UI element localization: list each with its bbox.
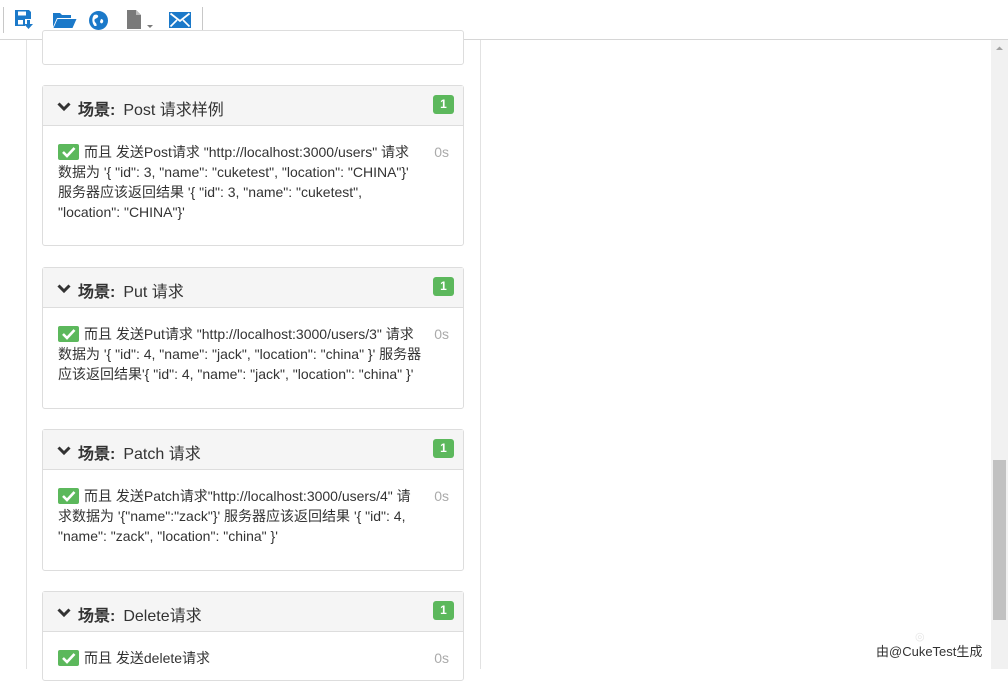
check-icon [58, 650, 79, 666]
previous-scenario-panel [42, 30, 464, 65]
step-row: 而且 发送Patch请求"http://localhost:3000/users… [58, 486, 449, 546]
step-text: 发送Put请求 "http://localhost:3000/users/3" … [58, 326, 422, 382]
step-duration: 0s [434, 326, 449, 342]
scenario-heading[interactable]: 场景: Delete请求 1 [43, 592, 463, 632]
left-pane-edge [26, 40, 27, 669]
step-row: 而且 发送Post请求 "http://localhost:3000/users… [58, 142, 449, 222]
scrollbar-thumb[interactable] [993, 460, 1006, 620]
open-button[interactable] [52, 8, 78, 32]
scenario-name: Patch 请求 [123, 446, 201, 463]
chevron-down-icon [57, 281, 71, 299]
generated-by-text: 由@CukeTest生成 [876, 644, 983, 659]
step-row: 而且 发送delete请求 0s [58, 648, 449, 668]
scenario-heading[interactable]: 场景: Post 请求样例 1 [43, 86, 463, 126]
check-icon [58, 144, 79, 160]
scenario-keyword: 场景: [78, 608, 116, 625]
document-dropdown-icon [125, 9, 157, 31]
chevron-down-icon [57, 605, 71, 623]
save-icon [14, 9, 36, 31]
web-button[interactable] [88, 8, 109, 32]
scenario-keyword: 场景: [78, 284, 116, 301]
scroll-up-arrow[interactable] [991, 40, 1008, 57]
scenario-name: Delete请求 [123, 608, 202, 625]
scenario-name: Post 请求样例 [123, 102, 224, 119]
step-count-badge: 1 [433, 95, 454, 114]
scenario-panel: 场景: Put 请求 1 而且 发送Put请求 "http://localhost… [42, 267, 464, 409]
scenario-title: 场景: Post 请求样例 [78, 96, 224, 120]
step-text: 发送delete请求 [115, 650, 211, 666]
chevron-down-icon [57, 99, 71, 117]
step-duration: 0s [434, 144, 449, 160]
scenario-heading[interactable]: 场景: Put 请求 1 [43, 268, 463, 308]
mail-icon [168, 10, 192, 30]
document-menu-button[interactable] [125, 8, 157, 32]
scenario-heading[interactable]: 场景: Patch 请求 1 [43, 430, 463, 470]
open-folder-icon [52, 9, 78, 31]
email-button[interactable] [168, 8, 192, 32]
scenario-keyword: 场景: [78, 446, 116, 463]
step-keyword: 而且 [84, 488, 112, 504]
pane-divider [480, 40, 481, 669]
step-row: 而且 发送Put请求 "http://localhost:3000/users/… [58, 324, 449, 384]
scenario-title: 场景: Patch 请求 [78, 440, 201, 464]
step-keyword: 而且 [84, 144, 112, 160]
step-count-badge: 1 [433, 439, 454, 458]
vertical-scrollbar[interactable] [991, 40, 1008, 669]
step-duration: 0s [434, 650, 449, 666]
step-duration: 0s [434, 488, 449, 504]
chevron-down-icon [57, 443, 71, 461]
step-count-badge: 1 [433, 277, 454, 296]
step-count-badge: 1 [433, 601, 454, 620]
scenario-keyword: 场景: [78, 102, 116, 119]
step-keyword: 而且 [84, 650, 112, 666]
toolbar-separator [3, 7, 4, 33]
scenario-title: 场景: Put 请求 [78, 278, 184, 302]
check-icon [58, 326, 79, 342]
check-icon [58, 488, 79, 504]
scenario-panel: 场景: Patch 请求 1 而且 发送Patch请求"http://localh… [42, 429, 464, 571]
scenario-panel: 场景: Delete请求 1 而且 发送delete请求 0s [42, 591, 464, 681]
scenario-title: 场景: Delete请求 [78, 602, 202, 626]
save-button[interactable] [14, 8, 36, 32]
scenario-name: Put 请求 [123, 284, 184, 301]
step-keyword: 而且 [84, 326, 112, 342]
globe-icon [88, 10, 109, 31]
scenario-panel: 场景: Post 请求样例 1 而且 发送Post请求 "http://local… [42, 85, 464, 246]
